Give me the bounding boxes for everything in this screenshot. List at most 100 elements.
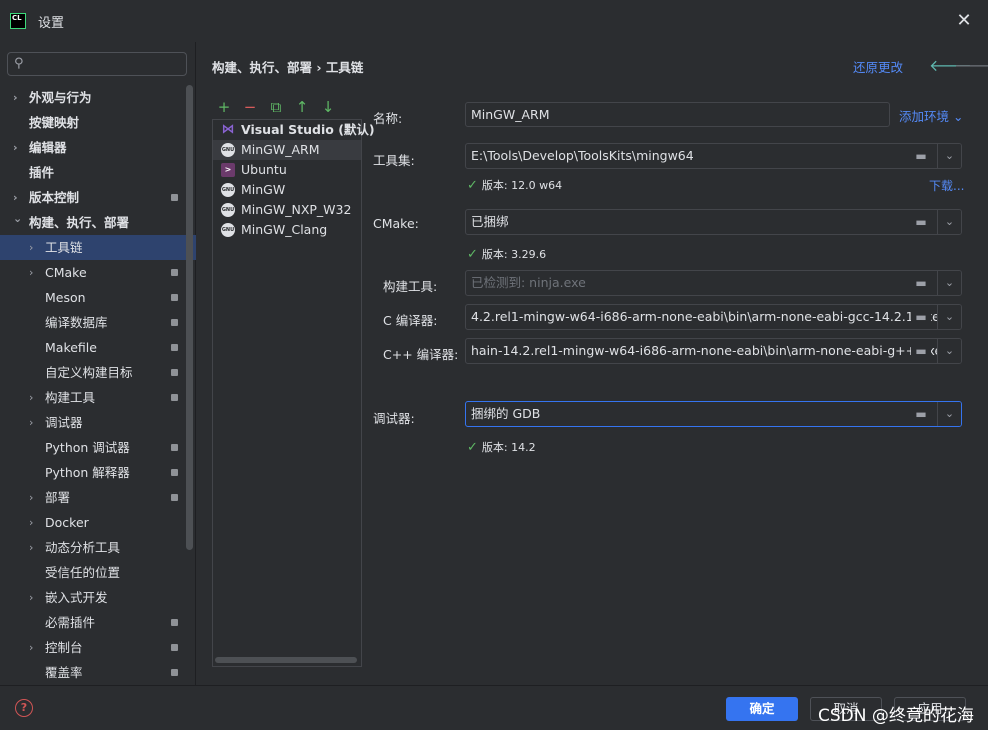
project-level-icon (171, 294, 178, 301)
sidebar-item[interactable]: 覆盖率 (0, 660, 196, 685)
gnu-icon: GNU (221, 203, 235, 217)
sidebar-item-label: 动态分析工具 (45, 540, 121, 555)
sidebar-item-label: 编译数据库 (45, 315, 108, 330)
download-link[interactable]: 下载... (929, 177, 964, 194)
sidebar-item[interactable]: › 编辑器 (0, 135, 196, 160)
move-down-icon[interactable]: ↓ (320, 98, 336, 116)
sidebar-item-label: 工具链 (45, 240, 83, 255)
move-up-icon[interactable]: ↑ (294, 98, 310, 116)
chevron-right-icon[interactable]: › (29, 485, 33, 510)
ok-button[interactable]: 确定 (726, 697, 798, 721)
folder-icon[interactable]: ▬ (911, 305, 931, 329)
folder-icon[interactable]: ▬ (911, 144, 931, 168)
sidebar-item[interactable]: 必需插件 (0, 610, 196, 635)
copy-icon[interactable]: ⧉ (268, 98, 284, 116)
cpp-compiler-field[interactable]: hain-14.2.rel1-mingw-w64-i686-arm-none-e… (465, 338, 962, 364)
sidebar-item[interactable]: 受信任的位置 (0, 560, 196, 585)
sidebar-item[interactable]: 按键映射 (0, 110, 196, 135)
toolchain-item[interactable]: > Ubuntu (213, 160, 361, 180)
toolchain-item[interactable]: GNU MinGW_Clang (213, 220, 361, 240)
chevron-right-icon[interactable]: › (29, 585, 33, 610)
help-icon[interactable]: ? (15, 699, 33, 717)
toolchain-item[interactable]: ⋈ Visual Studio (默认) (213, 120, 375, 140)
c-compiler-field[interactable]: 4.2.rel1-mingw-w64-i686-arm-none-eabi\bi… (465, 304, 962, 330)
sidebar-item-label: 受信任的位置 (45, 565, 121, 580)
sidebar-item[interactable]: 编译数据库 (0, 310, 196, 335)
chevron-down-icon[interactable]: ⌄ (937, 144, 961, 168)
chevron-right-icon[interactable]: › (29, 385, 33, 410)
add-icon[interactable]: + (216, 98, 232, 116)
chevron-right-icon[interactable]: › (13, 85, 18, 110)
terminal-icon: > (221, 163, 235, 177)
sidebar-item[interactable]: 自定义构建目标 (0, 360, 196, 385)
toolchain-item-label: Visual Studio (默认) (241, 122, 375, 137)
close-icon[interactable]: ✕ (954, 11, 974, 31)
toolset-label: 工具集: (373, 153, 415, 168)
chevron-right-icon[interactable]: › (29, 535, 33, 560)
sidebar-item[interactable]: › 部署 (0, 485, 196, 510)
dialog-footer: ? 确定 取消 应用 CSDN @终竟的花海 (0, 685, 988, 730)
sidebar-item[interactable]: › 动态分析工具 (0, 535, 196, 560)
folder-icon[interactable]: ▬ (911, 271, 931, 295)
toolchain-item-label: MinGW_NXP_W32 (241, 202, 352, 217)
toolchain-item-label: MinGW_ARM (241, 142, 320, 157)
chevron-right-icon[interactable]: › (13, 135, 18, 160)
debugger-field-value: 捆绑的 GDB (471, 406, 541, 421)
toolchain-item-label: MinGW_Clang (241, 222, 328, 237)
chevron-down-icon[interactable]: ⌄ (937, 271, 961, 295)
chevron-right-icon[interactable]: › (29, 260, 33, 285)
chevron-down-icon[interactable]: ⌄ (13, 206, 22, 231)
sidebar-item[interactable]: Makefile (0, 335, 196, 360)
sidebar-item[interactable]: › CMake (0, 260, 196, 285)
chevron-down-icon[interactable]: ⌄ (937, 305, 961, 329)
sidebar-item[interactable]: › 构建工具 (0, 385, 196, 410)
folder-icon[interactable]: ▬ (911, 210, 931, 234)
folder-icon[interactable]: ▬ (911, 339, 931, 363)
debugger-label: 调试器: (373, 411, 415, 426)
toolchain-toolbar: + − ⧉ ↑ ↓ (216, 98, 336, 116)
search-input[interactable]: ⚲ (7, 52, 187, 76)
toolchain-list-scrollbar[interactable] (215, 657, 357, 663)
sidebar-item[interactable]: › Docker (0, 510, 196, 535)
build-tool-field[interactable]: 已检测到: ninja.exe ▬ ⌄ (465, 270, 962, 296)
sidebar-item[interactable]: 插件 (0, 160, 196, 185)
chevron-down-icon[interactable]: ⌄ (937, 339, 961, 363)
sidebar-item[interactable]: › 外观与行为 (0, 85, 196, 110)
sidebar-item[interactable]: › 控制台 (0, 635, 196, 660)
sidebar-item[interactable]: Python 解释器 (0, 460, 196, 485)
name-field[interactable]: MinGW_ARM (465, 102, 890, 127)
sidebar-item-label: Python 调试器 (45, 440, 130, 455)
forward-arrow-icon[interactable]: 🡒 (954, 55, 988, 75)
remove-icon[interactable]: − (242, 98, 258, 116)
sidebar-item[interactable]: Python 调试器 (0, 435, 196, 460)
add-environment-link[interactable]: 添加环境 ⌄ (899, 106, 963, 125)
chevron-right-icon[interactable]: › (29, 510, 33, 535)
chevron-down-icon[interactable]: ⌄ (937, 210, 961, 234)
sidebar-item[interactable]: ⌄ 构建、执行、部署 (0, 210, 196, 235)
chevron-right-icon[interactable]: › (29, 235, 33, 260)
sidebar-item[interactable]: › 调试器 (0, 410, 196, 435)
sidebar-item[interactable]: › 工具链 (0, 235, 196, 260)
sidebar-scrollbar[interactable] (186, 85, 193, 550)
sidebar-item[interactable]: › 嵌入式开发 (0, 585, 196, 610)
reset-changes-link[interactable]: 还原更改 (853, 57, 903, 76)
folder-icon[interactable]: ▬ (911, 402, 931, 426)
chevron-down-icon[interactable]: ⌄ (937, 402, 961, 426)
sidebar-item-label: 外观与行为 (29, 90, 92, 105)
toolset-field[interactable]: E:\Tools\Develop\ToolsKits\mingw64 ▬ ⌄ (465, 143, 962, 169)
gnu-icon: GNU (221, 183, 235, 197)
debugger-field[interactable]: 捆绑的 GDB ▬ ⌄ (465, 401, 962, 427)
toolchain-item[interactable]: GNU MinGW_ARM (213, 140, 361, 160)
toolchain-item[interactable]: GNU MinGW (213, 180, 361, 200)
project-level-icon (171, 319, 178, 326)
project-level-icon (171, 394, 178, 401)
sidebar-item[interactable]: › 版本控制 (0, 185, 196, 210)
cmake-field[interactable]: 已捆绑 ▬ ⌄ (465, 209, 962, 235)
chevron-right-icon[interactable]: › (29, 410, 33, 435)
sidebar-item-label: Meson (45, 290, 86, 305)
sidebar-item[interactable]: Meson (0, 285, 196, 310)
toolchain-item[interactable]: GNU MinGW_NXP_W32 (213, 200, 361, 220)
chevron-right-icon[interactable]: › (29, 635, 33, 660)
project-level-icon (171, 494, 178, 501)
sidebar-item-label: CMake (45, 265, 87, 280)
